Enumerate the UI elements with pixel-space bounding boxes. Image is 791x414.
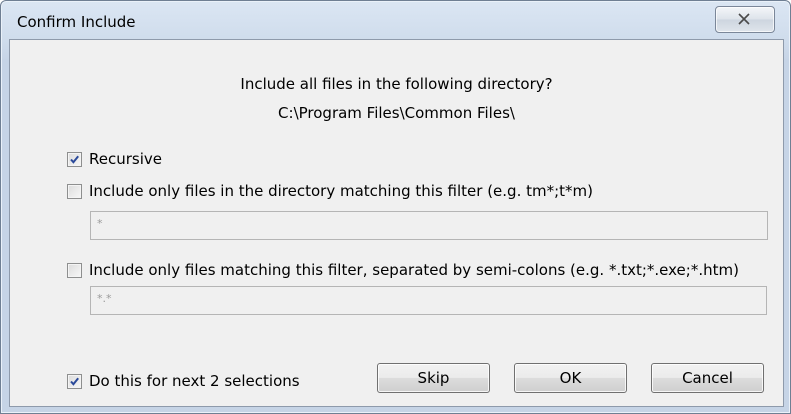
cancel-button[interactable]: Cancel xyxy=(651,363,764,393)
directory-path: C:\Program Files\Common Files\ xyxy=(278,104,515,122)
dir-filter-checkbox[interactable] xyxy=(67,183,82,199)
title-bar[interactable]: Confirm Include xyxy=(1,1,790,39)
window-title: Confirm Include xyxy=(17,13,136,31)
ok-button[interactable]: OK xyxy=(514,363,627,393)
file-filter-input[interactable]: *.* xyxy=(90,286,767,315)
close-icon xyxy=(738,13,750,25)
dir-filter-label: Include only files in the directory matc… xyxy=(89,182,593,200)
repeat-checkbox[interactable] xyxy=(67,373,82,389)
recursive-label: Recursive xyxy=(89,150,162,168)
repeat-label: Do this for next 2 selections xyxy=(89,372,300,390)
dialog-body: Include all files in the following direc… xyxy=(9,39,784,407)
file-filter-checkbox[interactable] xyxy=(67,262,82,278)
repeat-checkbox-row[interactable]: Do this for next 2 selections xyxy=(67,372,300,390)
file-filter-checkbox-row[interactable]: Include only files matching this filter,… xyxy=(67,261,739,279)
skip-button[interactable]: Skip xyxy=(377,363,490,393)
recursive-checkbox[interactable] xyxy=(67,151,82,167)
confirm-include-dialog: Confirm Include Include all files in the… xyxy=(0,0,791,414)
checkmark-icon xyxy=(70,377,79,386)
file-filter-label: Include only files matching this filter,… xyxy=(89,261,739,279)
question-text: Include all files in the following direc… xyxy=(240,75,553,93)
checkmark-icon xyxy=(70,155,79,164)
recursive-checkbox-row[interactable]: Recursive xyxy=(67,150,162,168)
close-button[interactable] xyxy=(715,6,775,33)
dir-filter-input[interactable]: * xyxy=(90,211,768,240)
dir-filter-checkbox-row[interactable]: Include only files in the directory matc… xyxy=(67,182,593,200)
